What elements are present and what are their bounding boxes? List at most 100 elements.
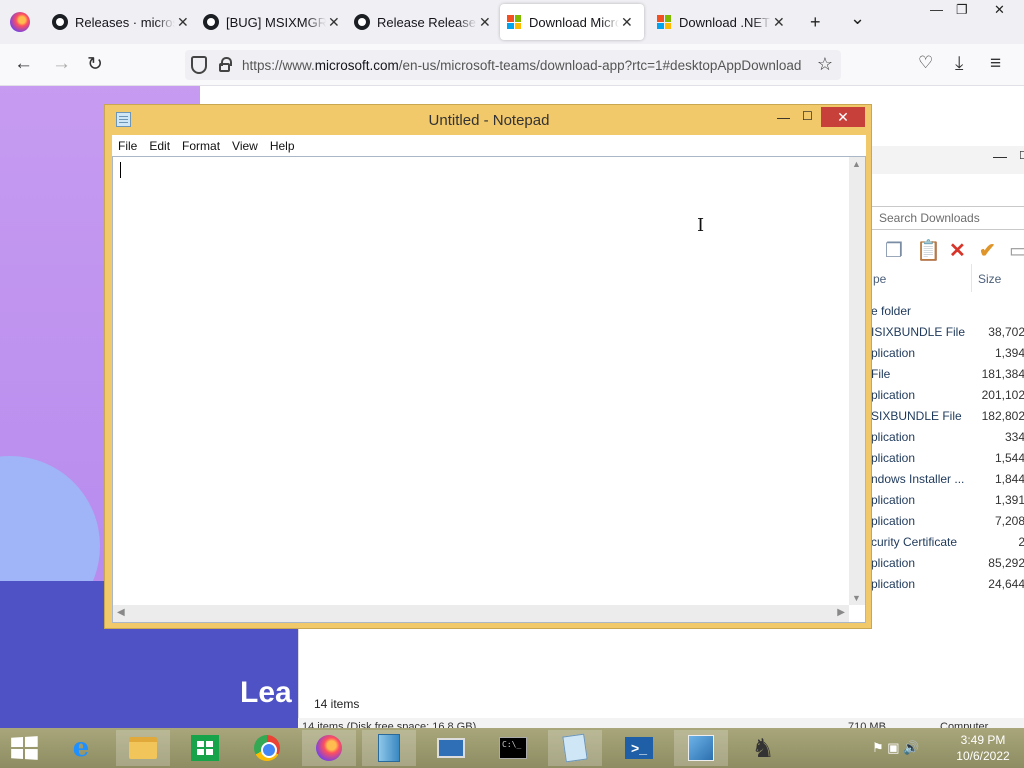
notepad-close-button[interactable]: ✕	[821, 107, 865, 127]
copy-icon[interactable]: ❐	[885, 238, 903, 263]
page-heading: Lea	[240, 676, 292, 709]
file-row[interactable]: plication 85,292	[871, 553, 1024, 574]
check-icon[interactable]: ✔	[979, 238, 996, 263]
url-text[interactable]: https://www.microsoft.com/en-us/microsof…	[242, 58, 807, 73]
type-column-header[interactable]: pe	[873, 272, 886, 286]
browser-close-button[interactable]: ✕	[994, 2, 1005, 18]
forward-arrow-icon[interactable]: →	[52, 53, 71, 75]
pocket-icon[interactable]: ♡	[918, 53, 933, 73]
file-size: 182,802	[981, 409, 1024, 423]
firefox-icon[interactable]	[302, 730, 356, 766]
menu-format[interactable]: Format	[176, 139, 226, 153]
chrome-icon[interactable]	[240, 730, 294, 766]
file-size: 201,102	[981, 388, 1024, 402]
system-tray-icons[interactable]: ⚑ ▣ 🔊	[872, 740, 919, 756]
building-app-icon[interactable]	[362, 730, 416, 766]
file-type: File	[871, 367, 891, 381]
vertical-scrollbar[interactable]: ▲ ▼	[849, 157, 865, 605]
file-row[interactable]: ISIXBUNDLE File 38,702	[871, 322, 1024, 343]
file-type: plication	[871, 514, 916, 528]
downloads-icon[interactable]: ⤓	[955, 53, 963, 75]
file-type: SIXBUNDLE File	[871, 409, 962, 423]
delete-icon[interactable]: ✕	[949, 238, 966, 263]
file-row[interactable]: plication 1,544	[871, 448, 1024, 469]
file-type: plication	[871, 388, 916, 402]
new-tab-button[interactable]: +	[810, 12, 821, 33]
close-tab-icon[interactable]: ✕	[773, 14, 785, 31]
start-button[interactable]	[11, 736, 38, 760]
network-app-icon[interactable]	[674, 730, 728, 766]
taskbar-clock[interactable]: 3:49 PM 10/6/2022	[948, 732, 1018, 764]
tab-bug-msixmgr[interactable]: [BUG] MSIXMGR fails ✕	[203, 2, 340, 42]
menu-view[interactable]: View	[226, 139, 264, 153]
list-all-tabs-button[interactable]: ⌄	[850, 8, 865, 29]
file-row[interactable]: plication 1,391	[871, 490, 1024, 511]
microsoft-icon	[656, 14, 672, 30]
horizontal-scrollbar[interactable]: ◀ ▶	[113, 605, 849, 622]
properties-icon[interactable]: ▭	[1009, 238, 1024, 263]
file-size: 1,844	[994, 472, 1024, 486]
size-column-header[interactable]: Size	[978, 272, 1001, 286]
tab-release[interactable]: Release Release v0 ✕	[354, 2, 491, 42]
file-type: ISIXBUNDLE File	[871, 325, 966, 339]
notepad-maximize-button[interactable]: ☐	[802, 109, 813, 123]
file-explorer-icon[interactable]	[116, 730, 170, 766]
reload-icon[interactable]: ↻	[87, 53, 103, 76]
scroll-left-arrow-icon[interactable]: ◀	[117, 607, 125, 618]
paste-icon[interactable]: 📋	[916, 238, 941, 263]
tab-download-dotnet[interactable]: Download .NET 6.0 ✕	[656, 2, 785, 42]
close-tab-icon[interactable]: ✕	[328, 14, 340, 31]
menu-help[interactable]: Help	[264, 139, 301, 153]
file-row[interactable]: e folder	[871, 301, 1024, 322]
file-row[interactable]: curity Certificate 2	[871, 532, 1024, 553]
chess-icon[interactable]: ♞	[736, 730, 790, 766]
file-row[interactable]: plication 1,394	[871, 343, 1024, 364]
address-bar[interactable]: https://www.microsoft.com/en-us/microsof…	[185, 50, 841, 80]
menu-file[interactable]: File	[112, 139, 143, 153]
notepad-title: Untitled - Notepad	[428, 112, 550, 129]
file-row[interactable]: plication 201,102	[871, 385, 1024, 406]
remote-desktop-icon[interactable]	[424, 730, 478, 766]
file-row[interactable]: File 181,384	[871, 364, 1024, 385]
back-arrow-icon[interactable]: ←	[14, 53, 33, 75]
browser-restore-button[interactable]: ❐	[956, 2, 968, 18]
file-row[interactable]: SIXBUNDLE File 182,802	[871, 406, 1024, 427]
firefox-menu-icon[interactable]	[10, 12, 30, 32]
file-type: plication	[871, 493, 916, 507]
file-size: 1,544	[994, 451, 1024, 465]
bookmark-star-icon[interactable]: ☆	[817, 54, 833, 75]
browser-minimize-button[interactable]: —	[930, 2, 943, 17]
explorer-maximize-button[interactable]: ☐	[1019, 149, 1024, 162]
scroll-down-arrow-icon[interactable]: ▼	[852, 593, 861, 603]
notepad-text-area[interactable]: ▲ ▼ ◀ ▶	[112, 156, 866, 623]
store-icon[interactable]	[178, 730, 232, 766]
close-tab-icon[interactable]: ✕	[479, 14, 491, 31]
scroll-up-arrow-icon[interactable]: ▲	[852, 159, 861, 169]
file-row[interactable]: plication 7,208	[871, 511, 1024, 532]
close-tab-icon[interactable]: ✕	[177, 14, 189, 31]
lock-icon[interactable]	[219, 57, 232, 72]
notepad-minimize-button[interactable]: —	[777, 110, 790, 125]
search-downloads-input[interactable]: Search Downloads	[871, 206, 1024, 230]
explorer-minimize-button[interactable]: —	[993, 148, 1007, 164]
file-row[interactable]: ndows Installer ... 1,844	[871, 469, 1024, 490]
mouse-ibeam-cursor-icon: I	[697, 215, 705, 236]
tab-download-teams[interactable]: Download Microsoft Teams ✕	[500, 4, 644, 40]
command-prompt-icon[interactable]: C:\_	[486, 730, 540, 766]
github-icon	[52, 14, 68, 30]
tab-releases[interactable]: Releases · microsoft/msix-packaging ✕	[52, 2, 189, 42]
notepad-taskbar-icon[interactable]	[548, 730, 602, 766]
menu-hamburger-icon[interactable]: ≡	[990, 53, 1001, 75]
file-size: 181,384	[981, 367, 1024, 381]
menu-edit[interactable]: Edit	[143, 139, 176, 153]
notepad-window: Untitled - Notepad — ☐ ✕ File Edit Forma…	[104, 104, 872, 629]
internet-explorer-icon[interactable]: e	[54, 730, 108, 766]
file-size: 334	[1004, 430, 1024, 444]
file-row[interactable]: plication 24,644	[871, 574, 1024, 595]
file-row[interactable]: plication 334	[871, 427, 1024, 448]
scroll-right-arrow-icon[interactable]: ▶	[837, 607, 845, 618]
notepad-menu-bar: File Edit Format View Help	[112, 135, 866, 156]
close-tab-icon[interactable]: ✕	[621, 14, 633, 31]
powershell-icon[interactable]: >_	[612, 730, 666, 766]
tracking-protection-shield-icon[interactable]	[191, 56, 207, 74]
